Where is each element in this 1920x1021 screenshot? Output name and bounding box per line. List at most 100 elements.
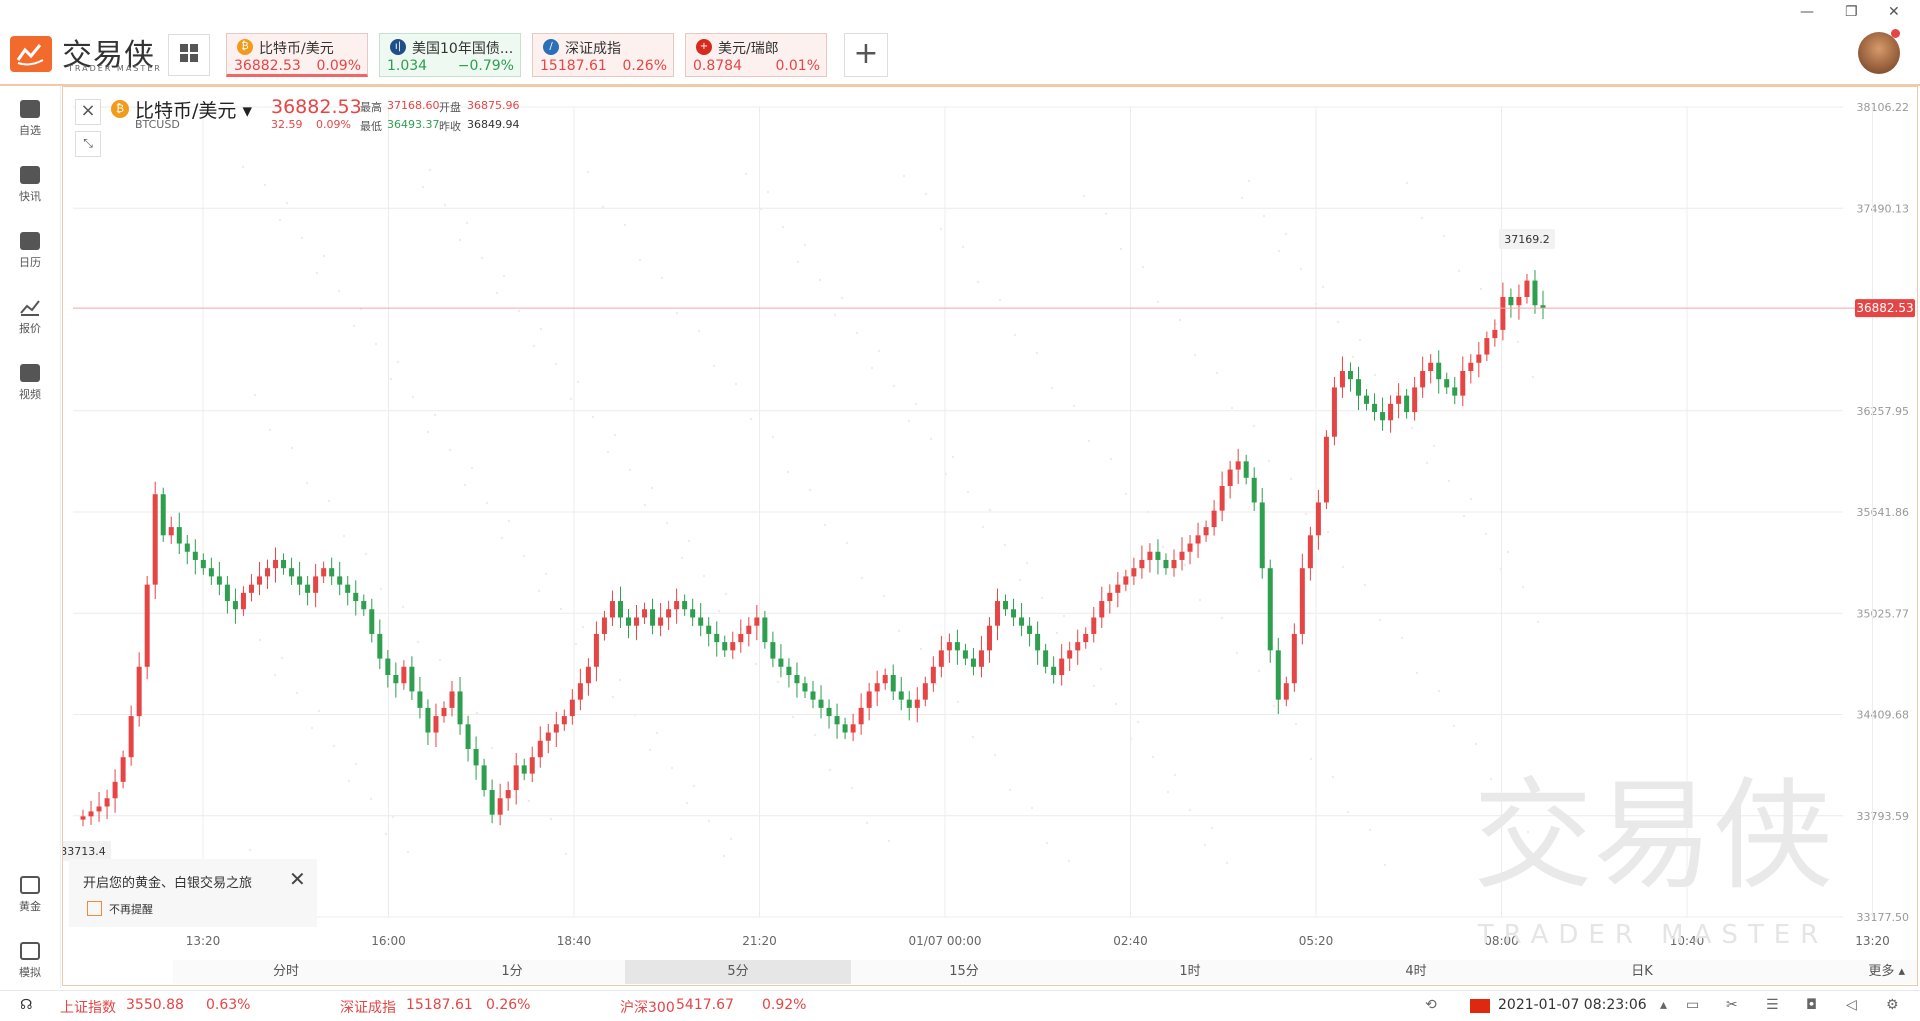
watermark-dot bbox=[532, 344, 536, 348]
watermark-dot bbox=[707, 819, 711, 823]
caret-up-icon[interactable]: ▴ bbox=[1660, 997, 1667, 1013]
watermark-dot bbox=[1516, 340, 1520, 344]
sidebar-item-video[interactable]: 视频 bbox=[0, 364, 60, 402]
candle bbox=[674, 601, 680, 610]
watermark-dot bbox=[539, 327, 543, 331]
quote-tab-szse[interactable]: / 深证成指 15187.61 0.26% bbox=[532, 33, 674, 77]
minimize-icon[interactable]: — bbox=[1800, 4, 1814, 20]
ticker-name[interactable]: 深证成指 bbox=[340, 997, 396, 1017]
period-15min[interactable]: 15分 bbox=[851, 960, 1077, 984]
period-bar: 分时 1分 5分 15分 1时 4时 日K 更多 ▴ bbox=[173, 960, 1917, 984]
period-4h[interactable]: 4时 bbox=[1303, 960, 1529, 984]
quote-tab-us10y[interactable]: ı| 美国10年国债... 1.034 −0.79% bbox=[379, 33, 521, 77]
watermark-dot bbox=[1173, 773, 1177, 777]
candle bbox=[906, 699, 912, 708]
ticker-name[interactable]: 上证指数 bbox=[60, 997, 116, 1017]
candle bbox=[136, 666, 142, 717]
watermark-dot bbox=[428, 168, 432, 172]
watermark-dot bbox=[426, 430, 430, 434]
shrink-icon[interactable]: ⤡ bbox=[75, 131, 101, 157]
watermark-dot bbox=[1124, 492, 1128, 496]
close-icon[interactable]: ✕ bbox=[289, 867, 306, 891]
ticker-name[interactable]: 沪深300 bbox=[620, 997, 675, 1017]
dont-remind-checkbox[interactable] bbox=[87, 901, 102, 916]
candle bbox=[1524, 280, 1530, 298]
candle bbox=[313, 576, 319, 593]
watermark-dot bbox=[1405, 181, 1409, 185]
candle bbox=[1107, 592, 1113, 602]
watermark-dot bbox=[268, 428, 272, 432]
quote-tab-usdchf[interactable]: + 美元/瑞郎 0.8784 0.01% bbox=[685, 33, 827, 77]
candle bbox=[545, 732, 551, 741]
close-window-icon[interactable]: ✕ bbox=[1888, 4, 1900, 20]
news-icon bbox=[20, 166, 40, 184]
candle bbox=[834, 716, 840, 725]
candle bbox=[1508, 297, 1514, 306]
watermark-dot bbox=[702, 574, 706, 578]
tools-icon[interactable]: ✂ bbox=[1726, 997, 1738, 1013]
watermark-dot bbox=[655, 731, 659, 735]
watermark-dot bbox=[951, 455, 955, 459]
period-tick[interactable]: 分时 bbox=[173, 960, 399, 984]
candle bbox=[224, 584, 230, 602]
headset-icon[interactable]: ☊ bbox=[20, 997, 32, 1013]
avatar[interactable] bbox=[1858, 32, 1900, 74]
candle bbox=[96, 806, 102, 812]
sidebar-item-news[interactable]: 快讯 bbox=[0, 166, 60, 204]
sidebar-item-watchlist[interactable]: 自选 bbox=[0, 100, 60, 138]
candle bbox=[1436, 362, 1442, 380]
watermark-dot bbox=[527, 799, 531, 803]
restore-icon[interactable]: ❐ bbox=[1845, 4, 1858, 20]
china-flag-icon bbox=[1470, 999, 1490, 1013]
settings-icon[interactable]: ⚙ bbox=[1886, 997, 1899, 1013]
period-1h[interactable]: 1时 bbox=[1077, 960, 1303, 984]
sidebar-item-gold[interactable]: 黄金 bbox=[0, 876, 60, 914]
list-icon[interactable]: ☰ bbox=[1766, 997, 1779, 1013]
sidebar-item-quotes[interactable]: 报价 bbox=[0, 298, 60, 336]
sidebar-item-demo[interactable]: 模拟 bbox=[0, 942, 60, 980]
high-label: 最高 bbox=[360, 101, 382, 114]
candle bbox=[208, 568, 214, 577]
watermark-dot bbox=[574, 642, 578, 646]
add-tab-button[interactable]: + bbox=[844, 33, 888, 77]
watermark-dot bbox=[796, 260, 800, 264]
window-icon[interactable]: ▭ bbox=[1686, 997, 1699, 1013]
watermark-dot bbox=[342, 534, 346, 538]
candle bbox=[144, 584, 150, 667]
mute-icon[interactable]: ◁ bbox=[1846, 997, 1857, 1013]
watermark-dot bbox=[1003, 543, 1007, 547]
watermark-dot bbox=[470, 466, 474, 470]
watermark-dot bbox=[1141, 265, 1145, 269]
sidebar-item-calendar[interactable]: 日历 bbox=[0, 232, 60, 270]
candle bbox=[1275, 650, 1281, 700]
close-chart-icon[interactable]: × bbox=[75, 99, 101, 125]
candlestick-chart[interactable]: 38106.22 37490.13 36257.95 35641.86 35025.77… bbox=[63, 87, 1917, 985]
camera-icon[interactable]: ◘ bbox=[1806, 997, 1817, 1013]
period-daily[interactable]: 日K bbox=[1529, 960, 1755, 984]
period-5min[interactable]: 5分 bbox=[625, 960, 851, 984]
watermark-dot bbox=[722, 854, 726, 858]
candle bbox=[1476, 354, 1482, 363]
translate-icon[interactable]: ⟲ bbox=[1425, 997, 1437, 1013]
watermark-dot bbox=[1092, 684, 1096, 688]
candle bbox=[978, 650, 984, 667]
sidebar: 自选 快讯 日历 报价 视频 黄金 模拟 bbox=[0, 86, 61, 988]
datetime: 2021-01-07 08:23:06 bbox=[1498, 997, 1647, 1013]
watermark-dot bbox=[833, 313, 837, 317]
candle bbox=[1227, 469, 1233, 487]
quote-tab-btcusd[interactable]: ₿ 比特币/美元 36882.53 0.09% bbox=[226, 33, 368, 77]
watermark-dot bbox=[495, 291, 499, 295]
watermark-dot bbox=[1309, 757, 1313, 761]
calendar-icon bbox=[20, 232, 40, 250]
candle bbox=[858, 707, 864, 725]
candle bbox=[481, 765, 487, 791]
candle bbox=[1179, 551, 1185, 560]
watermark-dot bbox=[771, 435, 775, 439]
candle bbox=[1339, 370, 1345, 388]
layout-grid-button[interactable] bbox=[168, 34, 210, 76]
period-more[interactable]: 更多 ▴ bbox=[1755, 960, 1905, 984]
watermark-dot bbox=[1373, 373, 1377, 377]
y-tick-label: 36257.95 bbox=[1857, 405, 1910, 418]
period-1min[interactable]: 1分 bbox=[399, 960, 625, 984]
watermark-dot bbox=[1215, 371, 1219, 375]
